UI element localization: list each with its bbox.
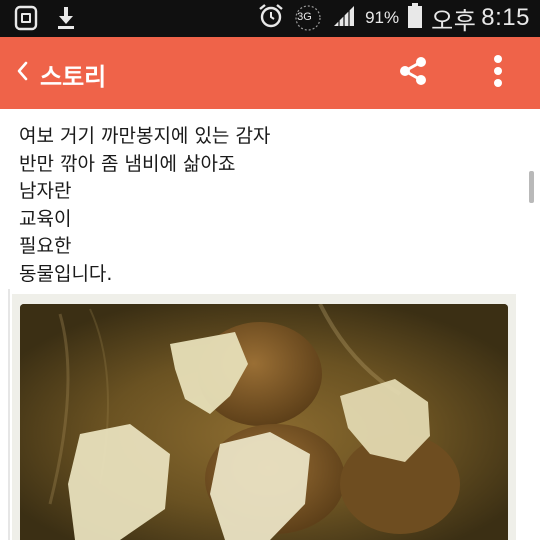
- more-vert-icon: [493, 54, 503, 92]
- post-photo-frame[interactable]: [12, 294, 516, 540]
- page-title: 스토리: [40, 63, 107, 91]
- post-text: 여보 거기 까만봉지에 있는 감자 반만 깎아 좀 냄비에 삶아죠 남자란 교육…: [19, 123, 499, 288]
- share-icon: [396, 54, 430, 92]
- network-3g-icon: 3G: [293, 5, 323, 31]
- status-ampm: 오후: [431, 7, 477, 35]
- network-type-label: 3G: [297, 11, 312, 23]
- battery-icon: [408, 3, 423, 33]
- post-line: 여보 거기 까만봉지에 있는 감자: [19, 125, 271, 147]
- back-chevron-icon: [15, 60, 29, 86]
- post-line: 반만 깎아 좀 냄비에 삶아죠: [19, 152, 236, 175]
- app-bar: 스토리: [0, 37, 540, 109]
- status-bar: 3G 91% 오후 8:15: [0, 0, 540, 37]
- more-options-button[interactable]: [478, 53, 518, 93]
- content-divider: [8, 289, 10, 540]
- alarm-icon: [258, 3, 284, 33]
- post-line: 동물입니다.: [19, 262, 113, 285]
- story-content[interactable]: 여보 거기 까만봉지에 있는 감자 반만 깎아 좀 냄비에 삶아죠 남자란 교육…: [0, 109, 540, 540]
- battery-percent: 91%: [365, 8, 400, 27]
- share-button[interactable]: [393, 53, 433, 93]
- post-line: 교육이: [19, 207, 72, 230]
- signal-icon: [332, 4, 356, 32]
- download-icon: [56, 6, 76, 34]
- post-line: 남자란: [19, 180, 72, 202]
- post-line: 필요한: [19, 235, 72, 257]
- scrollbar-thumb[interactable]: [529, 171, 534, 203]
- status-time: 8:15: [481, 4, 530, 31]
- boiled-potatoes-photo: [20, 304, 508, 540]
- sim-card-icon: [14, 5, 38, 35]
- back-button[interactable]: [8, 55, 36, 91]
